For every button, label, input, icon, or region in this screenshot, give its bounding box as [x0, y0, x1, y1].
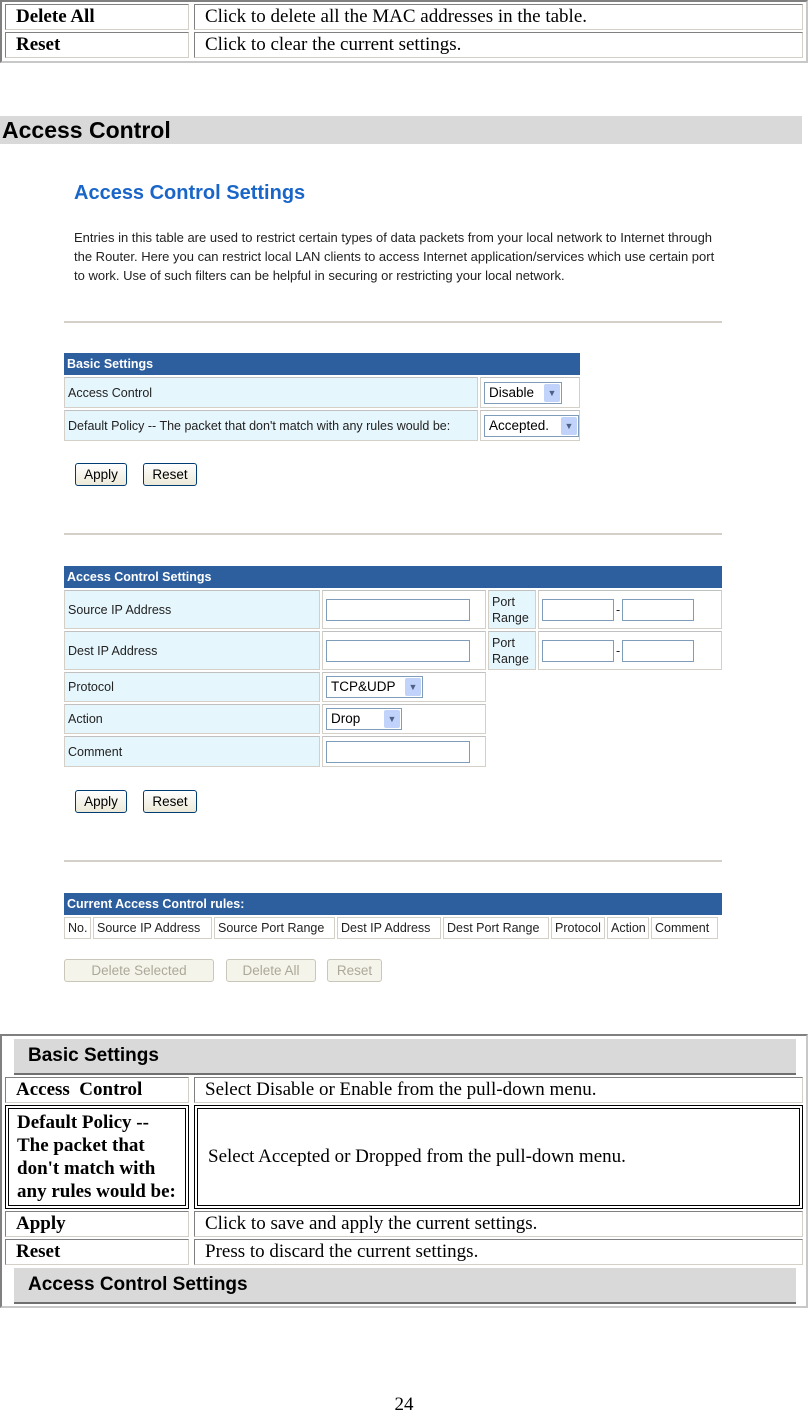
dest-ip-input[interactable]: [326, 639, 470, 662]
panel-header: Current Access Control rules:: [64, 893, 722, 915]
column-header-action: Action: [607, 917, 649, 939]
chevron-down-icon[interactable]: ▼: [384, 710, 400, 728]
port-separator: -: [616, 643, 621, 658]
access-control-settings-panel: Access Control Settings Source IP Addres…: [64, 566, 722, 767]
column-header-dest-port: Dest Port Range: [443, 917, 549, 939]
source-ip-input[interactable]: [326, 598, 470, 621]
section-heading: Access Control: [0, 116, 802, 144]
port-range-label: Port Range: [488, 631, 536, 670]
dest-port-to-input[interactable]: [622, 639, 695, 662]
row-label: Delete All: [5, 4, 189, 30]
chevron-down-icon[interactable]: ▼: [405, 678, 421, 696]
table-row: Delete All Click to delete all the MAC a…: [2, 2, 806, 30]
chevron-down-icon[interactable]: ▼: [544, 383, 560, 402]
row-description: Click to clear the current settings.: [194, 32, 803, 58]
table-row: Default Policy -- The packet that don't …: [2, 1103, 806, 1209]
row-label: Access Control: [5, 1077, 189, 1103]
row-description: Select Accepted or Dropped from the pull…: [194, 1105, 803, 1209]
bottom-description-table: Basic Settings Access Control Select Dis…: [0, 1034, 808, 1308]
port-label: Port: [492, 635, 515, 650]
access-control-label: Access Control: [64, 377, 478, 408]
row-label: Reset: [5, 32, 189, 58]
selected-value: Disable: [489, 384, 535, 400]
dest-ip-label: Dest IP Address: [64, 631, 320, 670]
source-ip-cell: [322, 590, 486, 629]
panel-header: Access Control Settings: [64, 566, 722, 588]
selected-value: TCP&UDP: [331, 679, 396, 694]
current-rules-panel: Current Access Control rules: No. Source…: [64, 893, 722, 939]
comment-cell: [322, 736, 486, 767]
dest-port-from-input[interactable]: [542, 639, 614, 662]
basic-apply-button[interactable]: Apply: [75, 463, 127, 486]
default-policy-cell: Accepted. ▼: [480, 410, 580, 441]
dest-port-cell: -: [538, 631, 722, 670]
table-row: Reset Press to discard the current setti…: [2, 1237, 806, 1265]
delete-all-button[interactable]: Delete All: [226, 959, 316, 982]
acs-reset-button[interactable]: Reset: [143, 790, 197, 813]
table-row: Apply Click to save and apply the curren…: [2, 1209, 806, 1237]
row-label: Reset: [5, 1239, 189, 1265]
access-control-select[interactable]: Disable ▼: [484, 381, 562, 404]
access-control-settings-header: Access Control Settings: [14, 1268, 796, 1304]
top-description-table: Delete All Click to delete all the MAC a…: [0, 0, 808, 63]
default-policy-label: Default Policy -- The packet that don't …: [64, 410, 478, 441]
rules-table-header: No. Source IP Address Source Port Range …: [64, 917, 722, 939]
port-separator: -: [616, 602, 621, 617]
dest-ip-cell: [322, 631, 486, 670]
acs-apply-button[interactable]: Apply: [75, 790, 127, 813]
basic-settings-header: Basic Settings: [14, 1039, 796, 1075]
protocol-cell: TCP&UDP ▼: [322, 672, 486, 702]
comment-label: Comment: [64, 736, 320, 767]
divider: [64, 860, 722, 862]
row-description: Select Disable or Enable from the pull-d…: [194, 1077, 803, 1103]
default-policy-select[interactable]: Accepted. ▼: [484, 414, 579, 437]
section-row: Access Control Settings: [2, 1265, 806, 1306]
section-row: Basic Settings: [2, 1036, 806, 1075]
row-description: Click to delete all the MAC addresses in…: [194, 4, 803, 30]
access-control-cell: Disable ▼: [480, 377, 580, 408]
port-range-label: Port Range: [488, 590, 536, 629]
basic-reset-button[interactable]: Reset: [143, 463, 197, 486]
source-port-from-input[interactable]: [542, 598, 614, 621]
range-label: Range: [492, 651, 529, 666]
panel-header: Basic Settings: [64, 353, 580, 375]
rules-reset-button[interactable]: Reset: [327, 959, 382, 982]
divider: [64, 321, 722, 323]
port-label: Port: [492, 594, 515, 609]
column-header-source-port: Source Port Range: [214, 917, 335, 939]
action-select[interactable]: Drop ▼: [326, 708, 402, 730]
source-port-cell: -: [538, 590, 722, 629]
source-ip-label: Source IP Address: [64, 590, 320, 629]
selected-value: Drop: [331, 711, 361, 726]
source-port-to-input[interactable]: [622, 598, 695, 621]
delete-selected-button[interactable]: Delete Selected: [64, 959, 214, 982]
action-label: Action: [64, 704, 320, 734]
range-label: Range: [492, 610, 529, 625]
table-row: Reset Click to clear the current setting…: [2, 30, 806, 61]
protocol-label: Protocol: [64, 672, 320, 702]
basic-settings-panel: Basic Settings Access Control Disable ▼ …: [64, 353, 580, 441]
row-description: Click to save and apply the current sett…: [194, 1211, 803, 1237]
comment-input[interactable]: [326, 740, 470, 763]
row-description: Press to discard the current settings.: [194, 1239, 803, 1265]
page-number: 24: [394, 1394, 414, 1415]
chevron-down-icon[interactable]: ▼: [561, 416, 577, 435]
column-header-dest-ip: Dest IP Address: [337, 917, 441, 939]
table-row: Access Control Select Disable or Enable …: [2, 1075, 806, 1103]
column-header-protocol: Protocol: [551, 917, 605, 939]
column-header-source-ip: Source IP Address: [93, 917, 212, 939]
row-label: Apply: [5, 1211, 189, 1237]
action-cell: Drop ▼: [322, 704, 486, 734]
page-title: Access Control Settings: [74, 182, 306, 204]
column-header-comment: Comment: [651, 917, 718, 939]
divider: [64, 533, 722, 535]
intro-text: Entries in this table are used to restri…: [74, 230, 715, 283]
selected-value: Accepted.: [489, 417, 550, 433]
row-label: Default Policy -- The packet that don't …: [5, 1105, 189, 1209]
protocol-select[interactable]: TCP&UDP ▼: [326, 676, 423, 698]
column-header-no: No.: [64, 917, 91, 939]
